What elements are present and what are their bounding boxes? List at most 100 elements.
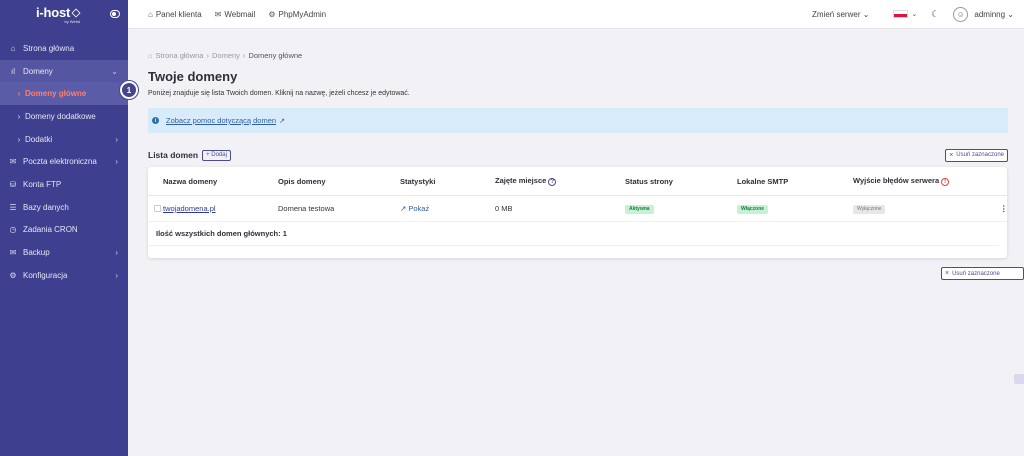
gear-icon: ⚙ <box>268 9 276 19</box>
info-icon: i <box>152 117 159 124</box>
table-header: Nazwa domeny Opis domeny Statystyki Zaję… <box>148 167 1007 196</box>
chevron-right-icon: › <box>115 248 118 258</box>
breadcrumb-domains[interactable]: Domeny <box>212 51 240 60</box>
chevron-right-icon: › <box>115 270 118 280</box>
sidebar-item-label: Dodatki <box>25 134 53 144</box>
help-alert: i Zobacz pomoc dotyczącą domen ↗ <box>148 108 1008 133</box>
sidebar-item-label: Domeny dodatkowe <box>25 111 96 121</box>
language-select[interactable]: ⌄ <box>893 10 917 18</box>
chevron-down-icon: ⌄ <box>911 11 918 18</box>
user-menu[interactable]: adminng ⌄ <box>974 10 1014 19</box>
close-icon: × <box>945 270 950 277</box>
step-badge-1: 1 <box>120 81 138 99</box>
domain-size: 0 MB <box>495 204 513 213</box>
sidebar-item-backup[interactable]: ✉ Backup › <box>0 241 128 264</box>
sidebar-item-main-domains[interactable]: › Domeny główne <box>0 82 128 106</box>
sidebar-item-label: Bazy danych <box>23 202 69 212</box>
home-icon[interactable]: ⌂ <box>148 51 153 60</box>
stats-show-link[interactable]: ↗ Pokaż <box>400 204 429 213</box>
topnav-label: Panel klienta <box>155 9 202 19</box>
sidebar-item-configuration[interactable]: ⚙ Konfiguracja › <box>0 264 128 287</box>
delete-selected-label: Usuń zaznaczone <box>952 270 1000 277</box>
database-icon: ☰ <box>9 202 17 212</box>
breadcrumb-separator: › <box>206 51 209 60</box>
sidebar-item-label: Poczta elektroniczna <box>23 157 97 167</box>
sidebar-item-domains[interactable]: ıl Domeny ⌄ <box>0 59 128 83</box>
sidebar-item-addons[interactable]: › Dodatki › <box>0 128 128 151</box>
ftp-icon: ⛁ <box>9 179 17 189</box>
col-errors-label: Wyjście błędów serwera <box>853 176 940 185</box>
list-title: Lista domen <box>148 150 199 160</box>
warning-icon[interactable]: ! <box>941 178 950 186</box>
side-widget-icon[interactable] <box>1014 374 1024 384</box>
sidebar-nav: ⌂ Strona główna ıl Domeny ⌄ › Domeny głó… <box>0 37 128 287</box>
brand: i-host by Webd <box>0 0 128 29</box>
breadcrumb: ⌂ Strona główna › Domeny › Domeny główne <box>148 51 1008 60</box>
chevron-right-icon: › <box>115 134 118 144</box>
breadcrumb-current: Domeny główne <box>248 51 303 60</box>
sidebar-item-ftp[interactable]: ⛁ Konta FTP <box>0 173 128 196</box>
mail-icon: ✉ <box>214 9 222 19</box>
chevron-right-icon: › <box>115 157 118 167</box>
home-icon: ⌂ <box>148 9 153 19</box>
external-link-icon[interactable]: ↗ <box>279 117 285 125</box>
cube-icon <box>71 8 81 18</box>
logo-sub: by Webd <box>64 18 81 24</box>
row-checkbox[interactable] <box>154 205 161 212</box>
help-link[interactable]: Zobacz pomoc dotyczącą domen <box>166 116 276 125</box>
sidebar-item-email[interactable]: ✉ Poczta elektroniczna › <box>0 150 128 173</box>
breadcrumb-separator: › <box>242 51 246 60</box>
col-size-label: Zajęte miejsce <box>495 176 547 185</box>
delete-selected-button-bottom[interactable]: × Usuń zaznaczone <box>941 267 1024 280</box>
col-name[interactable]: Nazwa domeny <box>163 177 217 186</box>
sidebar-item-addon-domains[interactable]: › Domeny dodatkowe <box>0 105 128 128</box>
topnav-label: Webmail <box>224 9 256 19</box>
col-errors: Wyjście błędów serwera! <box>853 176 950 186</box>
col-description[interactable]: Opis domeny <box>278 177 326 186</box>
row-menu-icon[interactable]: ⋮ <box>1000 204 1008 213</box>
delete-selected-button[interactable]: × Usuń zaznaczone <box>945 148 1008 162</box>
col-stats: Statystyki <box>400 176 436 186</box>
mail-icon: ✉ <box>9 157 17 167</box>
domains-table: Nazwa domeny Opis domeny Statystyki Zaję… <box>148 167 1008 258</box>
dark-mode-icon[interactable]: ☾ <box>931 9 939 20</box>
sidebar-item-label: Domeny <box>23 66 53 76</box>
topnav-client-panel[interactable]: ⌂ Panel klienta <box>148 10 202 19</box>
col-size: Zajęte miejsce? <box>495 176 557 186</box>
chevron-right-icon: › <box>17 134 21 144</box>
server-select[interactable]: Zmień serwer ⌄ <box>812 10 869 19</box>
domain-link[interactable]: twojadomena.pl <box>163 204 216 213</box>
close-icon: × <box>949 151 954 159</box>
topnav-label: PhpMyAdmin <box>278 9 327 19</box>
smtp-badge: Włączone <box>737 203 769 214</box>
sidebar: i-host by Webd ⌂ Strona główna ıl Domeny… <box>0 0 128 456</box>
breadcrumb-home[interactable]: Strona główna <box>156 51 204 60</box>
avatar[interactable]: ☺ <box>953 6 969 22</box>
logo[interactable]: i-host by Webd <box>36 4 81 24</box>
topnav-phpmyadmin[interactable]: ⚙ PhpMyAdmin <box>268 10 326 19</box>
add-domain-button[interactable]: + Dodaj <box>202 149 231 161</box>
flag-poland-icon <box>893 10 909 18</box>
chevron-right-icon: › <box>17 111 21 121</box>
sidebar-item-label: Konfiguracja <box>23 270 68 280</box>
chevron-right-icon: › <box>17 89 21 99</box>
errors-pill: Wyłączone <box>853 204 886 214</box>
page-description: Poniżej znajduje się lista Twoich domen.… <box>148 90 410 97</box>
topbar-right: Zmień serwer ⌄ ⌄ ☾ ☺ adminng ⌄ <box>812 6 1014 22</box>
sidebar-item-label: Backup <box>23 248 50 258</box>
question-icon[interactable]: ? <box>548 178 557 186</box>
errors-badge: Wyłączone <box>853 203 886 214</box>
sidebar-item-home[interactable]: ⌂ Strona główna <box>0 37 128 60</box>
page-title: Twoje domeny <box>148 69 238 84</box>
sidebar-item-label: Zadania CRON <box>23 225 78 235</box>
sidebar-toggle-icon[interactable] <box>110 10 120 18</box>
topbar: ⌂ Panel klienta ✉ Webmail ⚙ PhpMyAdmin Z… <box>128 0 1024 29</box>
sidebar-item-databases[interactable]: ☰ Bazy danych <box>0 196 128 219</box>
sidebar-item-label: Konta FTP <box>23 179 62 189</box>
logo-text: i-host <box>36 4 71 20</box>
list-header: Lista domen + Dodaj × Usuń zaznaczone <box>148 147 1008 163</box>
chart-icon: ıl <box>11 66 15 76</box>
topnav-webmail[interactable]: ✉ Webmail <box>215 10 256 19</box>
sidebar-item-label: Strona główna <box>23 43 75 53</box>
sidebar-item-cron[interactable]: ◷ Zadania CRON <box>0 219 128 242</box>
